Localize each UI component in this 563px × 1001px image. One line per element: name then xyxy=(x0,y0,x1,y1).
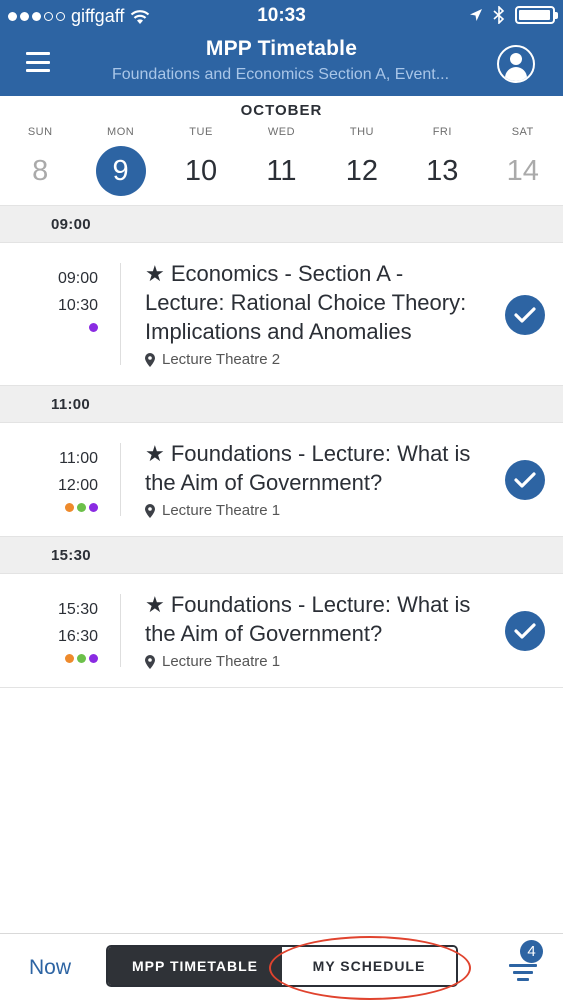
event-title: ★ Economics - Section A - Lecture: Ratio… xyxy=(145,261,467,344)
month-label: OCTOBER xyxy=(240,102,323,119)
event-row[interactable]: 11:00 12:00 ★ Foundations - Lecture: What … xyxy=(0,423,563,537)
checkmark-button[interactable] xyxy=(505,611,545,651)
event-start-time: 11:00 xyxy=(59,450,98,467)
day-name: SAT xyxy=(511,126,534,138)
time-group-header: 09:00 xyxy=(0,206,563,243)
day-tue[interactable]: TUE 10 xyxy=(161,124,241,196)
tab-mpp-timetable[interactable]: MPP TIMETABLE xyxy=(108,947,282,985)
time-group-header: 11:00 xyxy=(0,386,563,423)
event-location: Lecture Theatre 1 xyxy=(145,653,485,670)
tag-dot xyxy=(77,654,86,663)
day-wed[interactable]: WED 11 xyxy=(241,124,321,196)
tag-dot xyxy=(89,654,98,663)
day-sat[interactable]: SAT 14 xyxy=(483,124,563,196)
battery-fill xyxy=(519,10,550,20)
tag-dot xyxy=(65,503,74,512)
filter-icon-line xyxy=(509,964,537,967)
event-tags xyxy=(0,503,98,512)
location-arrow-icon xyxy=(470,9,482,21)
event-end-time: 12:00 xyxy=(57,477,98,494)
divider xyxy=(120,594,121,667)
day-fri[interactable]: FRI 13 xyxy=(402,124,482,196)
day-name: FRI xyxy=(432,126,452,138)
time-group-header: 15:30 xyxy=(0,537,563,574)
day-thu[interactable]: THU 12 xyxy=(322,124,402,196)
event-row[interactable]: 15:30 16:30 ★ Foundations - Lecture: What … xyxy=(0,574,563,688)
menu-button[interactable] xyxy=(26,52,50,72)
day-name: WED xyxy=(267,126,296,138)
event-content: ★ Economics - Section A - Lecture: Ratio… xyxy=(145,243,485,385)
event-content: ★ Foundations - Lecture: What is the Aim… xyxy=(145,423,485,536)
checkmark-icon xyxy=(514,623,536,639)
event-location: Lecture Theatre 1 xyxy=(145,502,485,519)
event-end-time: 10:30 xyxy=(57,297,98,314)
filter-count-badge: 4 xyxy=(520,940,543,963)
day-selector: SUN 8 MON 9 TUE 10 WED 11 THU 12 FRI 13 SAT 14 xyxy=(0,124,563,196)
filter-icon-line xyxy=(513,971,533,974)
event-location-label: Lecture Theatre 1 xyxy=(162,653,281,670)
checkmark-icon xyxy=(514,306,536,323)
location-pin-icon xyxy=(145,503,155,518)
day-number: 13 xyxy=(426,155,459,187)
divider xyxy=(120,443,121,516)
battery-icon xyxy=(515,6,558,24)
event-start-time: 15:30 xyxy=(57,601,98,618)
event-tags xyxy=(0,654,98,663)
week-strip: OCTOBER SUN 8 MON 9 TUE 10 WED 11 THU 12 FRI 13 SAT 1… xyxy=(0,96,563,206)
day-number: 8 xyxy=(32,155,49,187)
event-tags xyxy=(0,323,98,332)
bottom-toolbar: Now MPP TIMETABLE MY SCHEDULE 4 xyxy=(0,933,563,1001)
event-title: ★ Foundations - Lecture: What is the Aim… xyxy=(145,592,471,646)
menu-icon-bar xyxy=(26,69,50,72)
bluetooth-icon xyxy=(493,6,505,24)
day-number: 12 xyxy=(345,155,379,187)
tag-dot xyxy=(77,503,86,512)
app-header: giffgaff 10:33 MPP Timetable Foundations… xyxy=(0,0,563,96)
day-name: THU xyxy=(349,126,374,138)
event-location: Lecture Theatre 2 xyxy=(145,351,485,368)
divider xyxy=(120,263,121,365)
event-times: 11:00 12:00 xyxy=(0,445,98,512)
day-name: TUE xyxy=(189,126,213,138)
event-end-time: 16:30 xyxy=(57,628,98,645)
now-button[interactable]: Now xyxy=(29,956,71,980)
event-start-time: 09:00 xyxy=(57,270,98,287)
status-bar: giffgaff 10:33 xyxy=(0,0,563,32)
day-number: 11 xyxy=(266,155,297,187)
checkmark-button[interactable] xyxy=(505,460,545,500)
profile-icon-body xyxy=(505,67,527,81)
checkmark-button[interactable] xyxy=(505,294,545,335)
menu-icon-bar xyxy=(26,52,50,55)
tab-my-schedule[interactable]: MY SCHEDULE xyxy=(282,947,456,985)
checkmark-icon xyxy=(514,472,536,488)
page-subtitle[interactable]: Foundations and Economics Section A, Eve… xyxy=(76,66,485,84)
event-content: ★ Foundations - Lecture: What is the Aim… xyxy=(145,574,485,687)
event-times: 09:00 10:30 xyxy=(0,265,98,332)
event-row[interactable]: 09:00 10:30 ★ Economics - Section A - Lect… xyxy=(0,243,563,386)
event-times: 15:30 16:30 xyxy=(0,596,98,663)
event-location-label: Lecture Theatre 2 xyxy=(162,351,281,368)
day-number: 14 xyxy=(506,155,539,187)
profile-button[interactable] xyxy=(497,45,535,83)
menu-icon-bar xyxy=(26,60,50,64)
day-sun[interactable]: SUN 8 xyxy=(0,124,80,196)
location-pin-icon xyxy=(145,352,155,367)
schedule-list: 09:00 09:00 10:30 ★ Economics - Section A -… xyxy=(0,206,563,688)
tag-dot xyxy=(89,503,98,512)
filter-icon-line xyxy=(517,978,529,981)
location-pin-icon xyxy=(145,654,155,669)
view-switcher: MPP TIMETABLE MY SCHEDULE xyxy=(106,945,458,987)
tag-dot xyxy=(89,323,98,332)
day-name: SUN xyxy=(27,126,53,138)
tag-dot xyxy=(65,654,74,663)
status-right xyxy=(469,6,558,24)
day-name: MON xyxy=(107,126,135,138)
event-location-label: Lecture Theatre 1 xyxy=(162,502,281,519)
day-number: 9 xyxy=(95,146,146,196)
day-mon[interactable]: MON 9 xyxy=(80,124,160,196)
page-title: MPP Timetable xyxy=(205,37,358,60)
day-number: 10 xyxy=(184,155,218,187)
profile-icon-head xyxy=(510,53,522,65)
event-title: ★ Foundations - Lecture: What is the Aim… xyxy=(145,441,471,495)
